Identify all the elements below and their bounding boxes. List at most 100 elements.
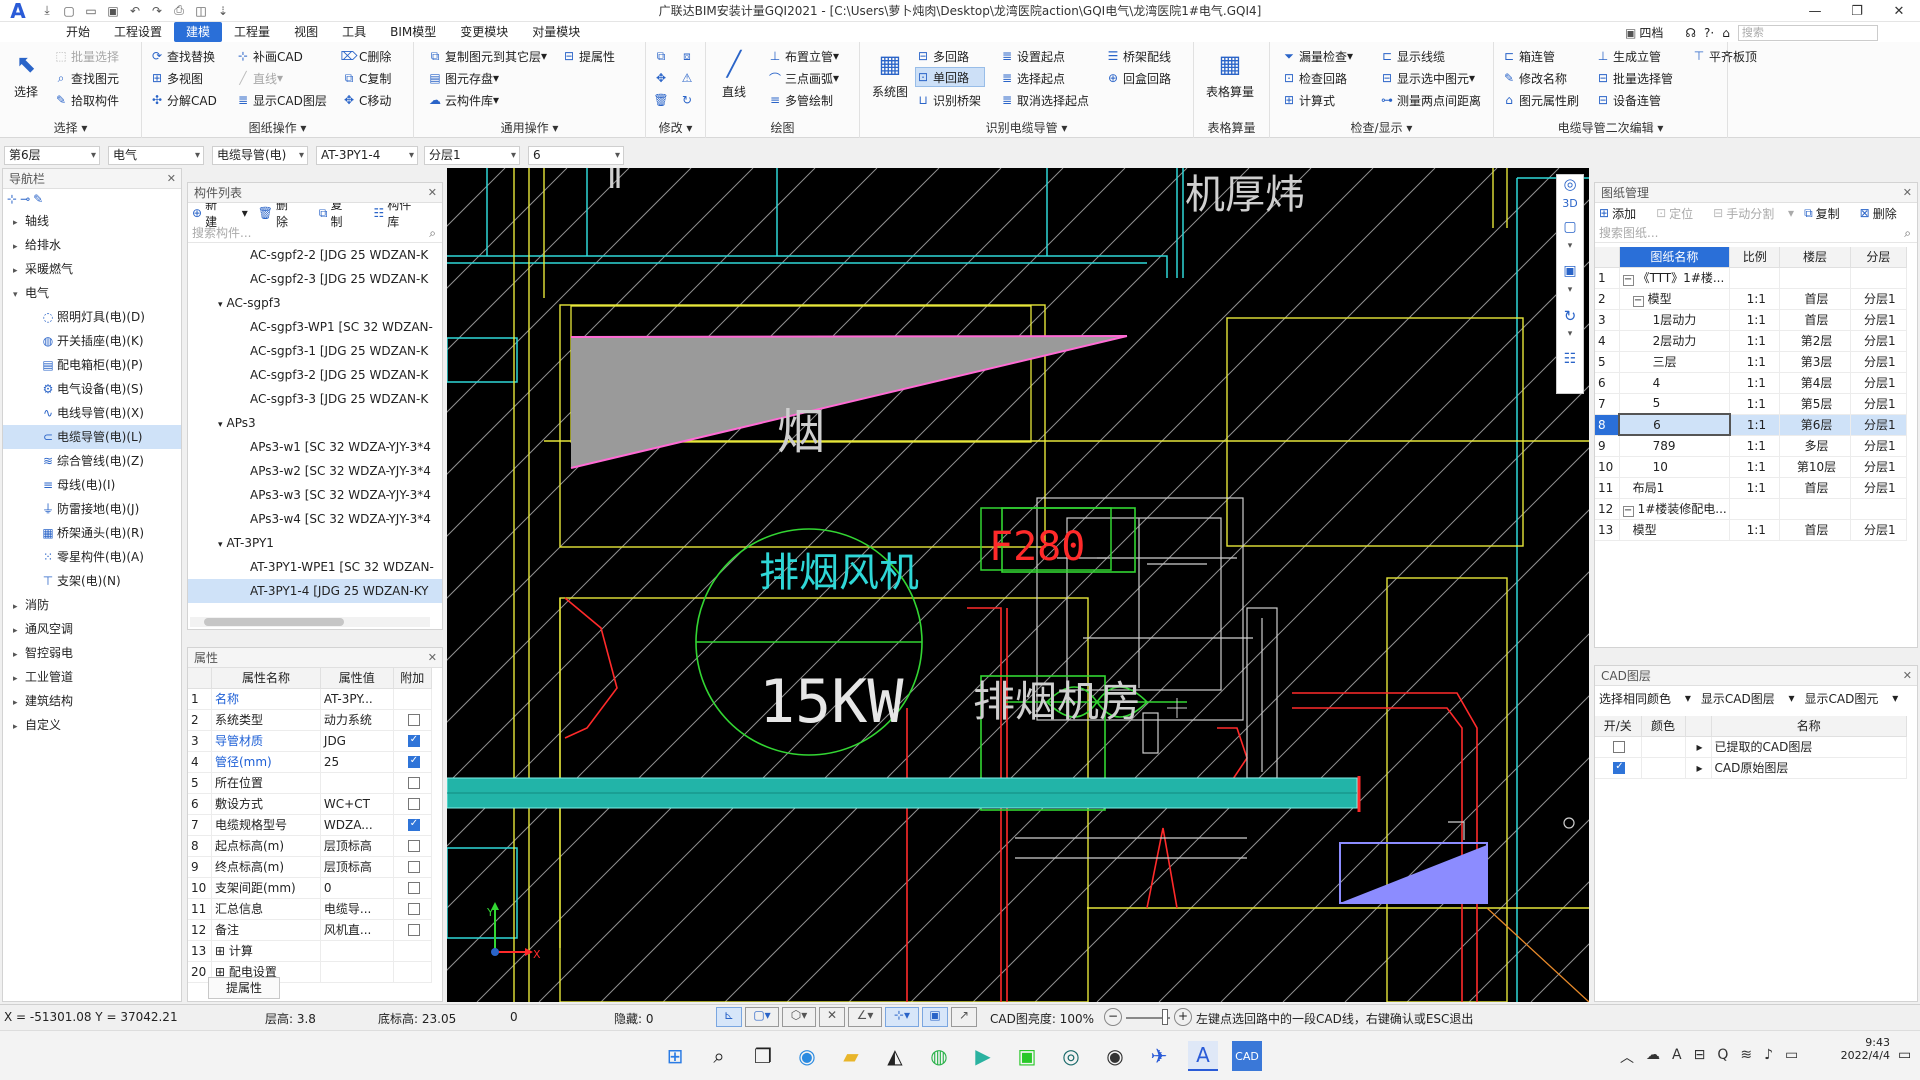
multi-view-button[interactable]: ⊞ 多视图 (150, 68, 203, 88)
drawing-name-cell[interactable]: 模型 (1619, 519, 1731, 541)
layer-icon[interactable]: ◫ (190, 1, 212, 21)
cube-icon[interactable]: ▢ (1557, 219, 1583, 241)
attach-checkbox[interactable] (407, 924, 420, 936)
measure-distance-button[interactable]: ⊶ 测量两点间距离 (1380, 90, 1481, 110)
c-move-button[interactable]: ✥ C移动 (342, 90, 391, 110)
chevron-down-icon[interactable]: ▾ (218, 420, 223, 430)
nav-item[interactable]: ▤ 配电箱柜(电)(P) (3, 353, 181, 377)
property-value[interactable]: JDG (320, 730, 394, 752)
task-view-icon[interactable]: ❐ (748, 1041, 778, 1071)
nav-item[interactable]: ⏚ 防雷接地(电)(J) (3, 497, 181, 521)
cad-layer-row[interactable]: ▸CAD原始图层 (1595, 757, 1907, 779)
find-replace-button[interactable]: ⟳ 查找替换 (150, 46, 215, 66)
set-start-button[interactable]: ≣ 设置起点 (1000, 46, 1065, 66)
redraw-cad-button[interactable]: ⊹ 补画CAD (236, 46, 303, 66)
box-circuit-button[interactable]: ⊕ 回盒回路 (1106, 68, 1171, 88)
component-item[interactable]: AC-sgpf3-3 [JDG 25 WDZAN-K (188, 387, 442, 411)
headset-icon[interactable]: ☊ (1685, 26, 1696, 40)
cad-canvas[interactable]: 烟 排烟风机 15KW 排烟机房 F280 机厚炜 Ⅱ Y X (447, 168, 1589, 1002)
delete-drawing-button[interactable]: ⊠ 删除 (1860, 205, 1907, 222)
property-row[interactable]: 12 备注 风机直... (188, 919, 433, 941)
nav-item[interactable]: ▸ 消防 (3, 593, 181, 617)
attach-checkbox[interactable] (407, 861, 420, 873)
property-row[interactable]: 5 所在位置 (188, 772, 433, 794)
glodon-gqi-icon[interactable]: A (1188, 1041, 1218, 1071)
cad-layer-row[interactable]: ▸ 已提取的CAD图层 (1595, 736, 1907, 758)
open-folder-icon[interactable]: ▭ (80, 1, 102, 21)
property-row[interactable]: 2 系统类型 动力系统 (188, 709, 433, 731)
menu-project-settings[interactable]: 工程设置 (102, 22, 174, 42)
nav-add-icon[interactable]: ⊹ (7, 192, 17, 206)
chevron-down-icon-3[interactable]: ▾ (1557, 329, 1583, 351)
player-icon[interactable]: ▶ (968, 1041, 998, 1071)
new-file-icon[interactable]: ▢ (58, 1, 80, 21)
drawing-row[interactable]: 9 789 1:1 多层 分层1 (1595, 435, 1908, 457)
property-row[interactable]: 3 导管材质 JDG (188, 730, 433, 752)
nav-item[interactable]: ⊂ 电缆导管(电)(L) (3, 425, 181, 449)
cad-drawing[interactable]: 烟 排烟风机 15KW 排烟机房 F280 机厚炜 Ⅱ Y X (447, 168, 1589, 1002)
component-item[interactable]: APs3-w2 [SC 32 WDZA-YJY-3*4 (188, 459, 442, 483)
close-icon[interactable]: ✕ (428, 648, 437, 668)
select-same-color-button[interactable]: 选择相同颜色 ▾ (1599, 690, 1691, 707)
attach-checkbox[interactable] (407, 777, 420, 789)
component-item[interactable]: AC-sgpf3-1 [JDG 25 WDZAN-K (188, 339, 442, 363)
modify-mirror-icon[interactable]: ⧈ (680, 46, 697, 66)
rotate-icon[interactable]: ↻ (1557, 307, 1583, 329)
search-icon[interactable]: ⌕ (704, 1041, 734, 1071)
drawing-name-cell[interactable]: − 《TTT》1#楼... (1619, 267, 1731, 289)
layer-color[interactable] (1641, 757, 1686, 779)
show-selected-button[interactable]: ⊟ 显示选中图元 ▾ (1380, 68, 1475, 88)
nav-item[interactable]: ▸ 自定义 (3, 713, 181, 737)
nav-item[interactable]: ≡ 母线(电)(I) (3, 473, 181, 497)
line-button[interactable]: ╱ 直线 ▾ (236, 68, 283, 88)
component-item[interactable]: ▾ AT-3PY1 (188, 531, 442, 555)
drawing-row[interactable]: 10 10 1:1 第10层 分层1 (1595, 456, 1908, 478)
property-value[interactable] (320, 772, 394, 794)
chevron-down-icon[interactable]: ▾ (13, 283, 25, 307)
close-icon[interactable]: ✕ (1903, 666, 1912, 686)
nav-item[interactable]: ∿ 电线导管(电)(X) (3, 401, 181, 425)
pin-icon[interactable]: ⌂ (1722, 26, 1730, 40)
find-element-button[interactable]: ⌕ 查找图元 (54, 68, 119, 88)
chevron-down-icon[interactable]: ▾ (218, 540, 223, 550)
layer-toggle-checkbox[interactable] (1613, 761, 1626, 774)
property-row[interactable]: 6 敷设方式 WC+CT (188, 793, 433, 815)
battery-icon[interactable]: ▭ (1785, 1047, 1798, 1067)
drawing-name-cell[interactable]: 6 (1618, 413, 1731, 436)
property-value[interactable]: 动力系统 (320, 709, 394, 731)
chevron-right-icon[interactable]: ▸ (13, 595, 25, 619)
drawing-name-cell[interactable]: 布局1 (1619, 477, 1731, 499)
attach-checkbox[interactable] (407, 798, 420, 810)
nav-item[interactable]: ▸ 智控弱电 (3, 641, 181, 665)
polar-icon[interactable]: ↗ (951, 1007, 977, 1027)
menu-tools[interactable]: 工具 (330, 22, 378, 42)
align-top-button[interactable]: ⊤ 平齐板顶 (1692, 46, 1772, 66)
component-item[interactable]: AC-sgpf3-2 [JDG 25 WDZAN-K (188, 363, 442, 387)
cancel-select-start-button[interactable]: ≣ 取消选择起点 (1000, 90, 1089, 110)
tray-chevron-icon[interactable]: ︿ (1620, 1047, 1634, 1067)
cloud-library-button[interactable]: ☁ 云构件库 ▾ (428, 90, 499, 110)
collapse-icon[interactable]: − (1632, 296, 1644, 307)
batch-select-pipe-button[interactable]: ⊟ 批量选择管 (1596, 68, 1673, 88)
property-row[interactable]: 7 电缆规格型号 WDZA... (188, 814, 433, 836)
component-item[interactable]: AC-sgpf2-2 [JDG 25 WDZAN-K (188, 243, 442, 267)
help-icon[interactable]: ?· (1704, 26, 1714, 40)
qq-icon[interactable]: ◭ (880, 1041, 910, 1071)
chevron-right-icon[interactable]: ▸ (1685, 757, 1712, 779)
menu-change-module[interactable]: 变更模块 (448, 22, 520, 42)
drawing-name-cell[interactable]: 4 (1619, 372, 1731, 394)
windows-start-icon[interactable]: ⊞ (660, 1041, 690, 1071)
nav-item[interactable]: ▸ 采暖燃气 (3, 257, 181, 281)
box-view-icon[interactable]: ▣ (1557, 263, 1583, 285)
folder-icon[interactable]: ▰ (836, 1041, 866, 1071)
drawing-row[interactable]: 6 4 1:1 第4层 分层1 (1595, 372, 1908, 394)
nav-item[interactable]: ▸ 轴线 (3, 209, 181, 233)
menu-bim-model[interactable]: BIM模型 (378, 22, 448, 42)
check-circuit-button[interactable]: ⊡ 检查回路 (1282, 68, 1347, 88)
nav-item[interactable]: ⚙ 电气设备(电)(S) (3, 377, 181, 401)
component-item[interactable]: AT-3PY1-WPE1 [SC 32 WDZAN- (188, 555, 442, 579)
sublayer-select[interactable]: 6 (528, 146, 624, 165)
drawing-row[interactable]: 13 模型 1:1 首层 分层1 (1595, 519, 1908, 541)
drawing-name-cell[interactable]: 1层动力 (1619, 309, 1731, 331)
component-item[interactable]: AT-3PY1-4 [JDG 25 WDZAN-KY (188, 579, 442, 603)
